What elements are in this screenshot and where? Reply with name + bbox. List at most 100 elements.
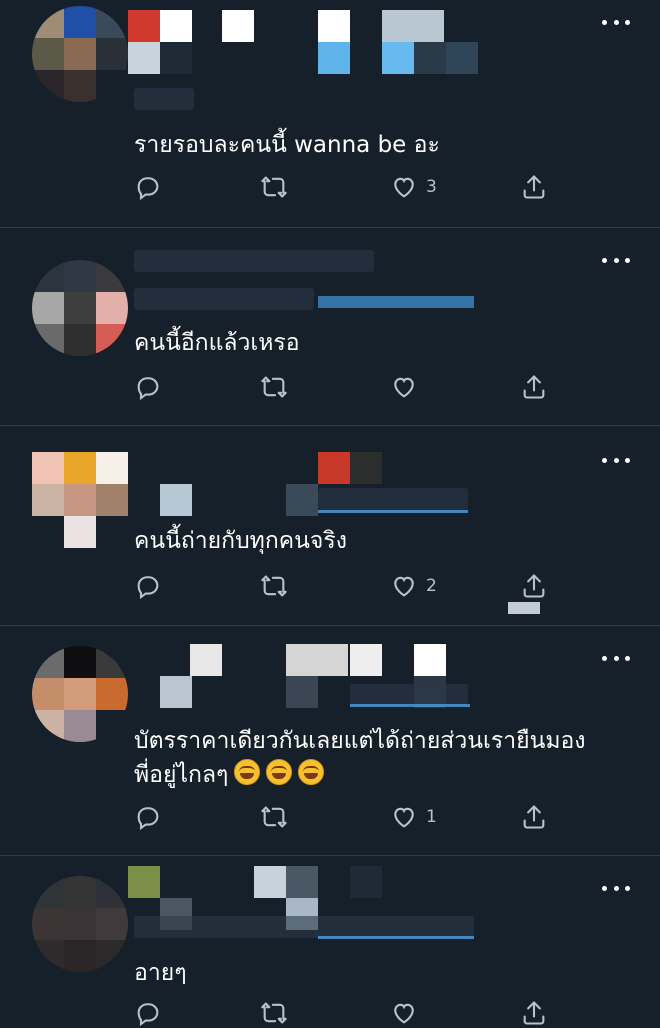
blurred-name <box>222 10 254 42</box>
reply-icon <box>137 807 159 831</box>
share-icon <box>523 805 545 829</box>
blurred-handle <box>318 296 474 308</box>
reply-feed: รายรอบละคนนี้ wanna be อะ 3 คนนี้อีกแล้ว… <box>0 0 660 1027</box>
blurred-handle-text <box>134 88 194 110</box>
more-options-icon[interactable] <box>602 12 630 32</box>
blurred-name <box>382 10 444 42</box>
like-button[interactable]: 2 <box>390 571 437 601</box>
tweet-text: คนนี้อีกแล้วเหรอ <box>134 330 300 356</box>
blurred-handle <box>318 510 468 513</box>
reply-button[interactable] <box>134 802 162 832</box>
blurred-handle <box>414 42 446 74</box>
tweet-text: บัตรราคาเดียวกันเลยแต่ได้ถ่ายส่วนเรายืนม… <box>134 724 640 792</box>
blurred-handle <box>286 676 318 708</box>
tweet-text: รายรอบละคนนี้ wanna be อะ <box>134 132 440 158</box>
reply-button[interactable] <box>134 571 162 601</box>
like-button[interactable]: 1 <box>390 802 437 832</box>
heart-icon <box>394 576 414 597</box>
share-icon <box>523 375 545 399</box>
blurred-handle <box>160 484 192 516</box>
reply-icon <box>137 177 159 201</box>
retweet-icon <box>261 176 287 198</box>
tweet-text: คนนี้ถ่ายกับทุกคนจริง <box>134 528 347 554</box>
blurred-name <box>286 644 348 676</box>
blurred-name <box>254 866 286 898</box>
retweet-button[interactable] <box>260 372 288 402</box>
avatar[interactable] <box>32 6 128 102</box>
retweet-icon <box>261 575 287 597</box>
heart-icon <box>394 377 414 398</box>
like-button[interactable] <box>390 372 426 402</box>
tweet-actions <box>134 372 554 402</box>
rofl-emoji-icon <box>234 759 261 785</box>
tweet-actions: 1 <box>134 802 554 832</box>
blurred-name <box>318 452 350 484</box>
reply-button[interactable] <box>134 172 162 202</box>
avatar[interactable] <box>32 876 128 972</box>
share-icon <box>523 574 545 598</box>
tweet-actions: 3 <box>134 172 554 202</box>
reply-button[interactable] <box>134 372 162 402</box>
heart-icon <box>394 177 414 198</box>
tweet-text: อายๆ <box>134 960 187 986</box>
rofl-emoji-icon <box>266 759 293 785</box>
heart-icon <box>394 807 414 828</box>
blurred-handle <box>318 42 350 74</box>
rofl-emoji-icon <box>298 759 325 785</box>
blurred-handle <box>350 704 470 707</box>
more-options-icon[interactable] <box>602 878 630 898</box>
blurred-handle <box>160 42 192 74</box>
share-icon <box>523 175 545 199</box>
retweet-button[interactable] <box>260 172 288 202</box>
blurred-name <box>286 866 318 898</box>
blurred-handle <box>446 42 478 74</box>
blurred-name <box>350 452 382 484</box>
share-button[interactable] <box>520 571 548 601</box>
blurred-name <box>318 10 350 42</box>
blurred-name <box>160 10 192 42</box>
retweet-button[interactable] <box>260 802 288 832</box>
blurred-name <box>128 10 160 42</box>
share-button[interactable] <box>520 172 548 202</box>
blurred-name <box>128 866 160 898</box>
share-button[interactable] <box>520 802 548 832</box>
reply-icon <box>137 576 159 600</box>
heart-icon <box>394 1003 414 1024</box>
tweet-5[interactable]: อายๆ <box>0 856 660 1027</box>
more-options-icon[interactable] <box>602 648 630 668</box>
share-button[interactable] <box>520 372 548 402</box>
tweet-4[interactable]: บัตรราคาเดียวกันเลยแต่ได้ถ่ายส่วนเรายืนม… <box>0 626 660 856</box>
tweet-2[interactable]: คนนี้อีกแล้วเหรอ <box>0 228 660 426</box>
reply-icon <box>137 1003 159 1027</box>
like-count: 1 <box>426 807 437 827</box>
blurred-handle <box>382 42 414 74</box>
tweet-actions: 2 <box>134 571 554 601</box>
retweet-icon <box>261 376 287 398</box>
like-count: 2 <box>426 576 437 596</box>
blurred-handle <box>160 676 192 708</box>
retweet-button[interactable] <box>260 571 288 601</box>
blurred-handle <box>318 936 474 939</box>
avatar[interactable] <box>32 260 128 356</box>
blurred-handle <box>128 42 160 74</box>
tweet-text-content: บัตรราคาเดียวกันเลยแต่ได้ถ่ายส่วนเรายืนม… <box>134 728 586 788</box>
avatar[interactable] <box>32 452 128 548</box>
blurred-artifact <box>508 602 540 614</box>
blurred-name <box>350 866 382 898</box>
blurred-name <box>414 644 446 676</box>
tweet-3[interactable]: คนนี้ถ่ายกับทุกคนจริง 2 <box>0 426 660 626</box>
retweet-icon <box>261 1002 287 1024</box>
retweet-icon <box>261 806 287 828</box>
avatar[interactable] <box>32 646 128 742</box>
like-button[interactable]: 3 <box>390 172 437 202</box>
more-options-icon[interactable] <box>602 250 630 270</box>
blurred-handle-text <box>134 288 314 310</box>
blurred-name <box>190 644 222 676</box>
blurred-handle <box>286 484 318 516</box>
blurred-handle-text <box>350 684 468 706</box>
blurred-handle-text <box>318 488 468 510</box>
reply-icon <box>137 377 159 401</box>
more-options-icon[interactable] <box>602 450 630 470</box>
tweet-1[interactable]: รายรอบละคนนี้ wanna be อะ 3 <box>0 0 660 228</box>
blurred-handle-text <box>134 916 474 938</box>
